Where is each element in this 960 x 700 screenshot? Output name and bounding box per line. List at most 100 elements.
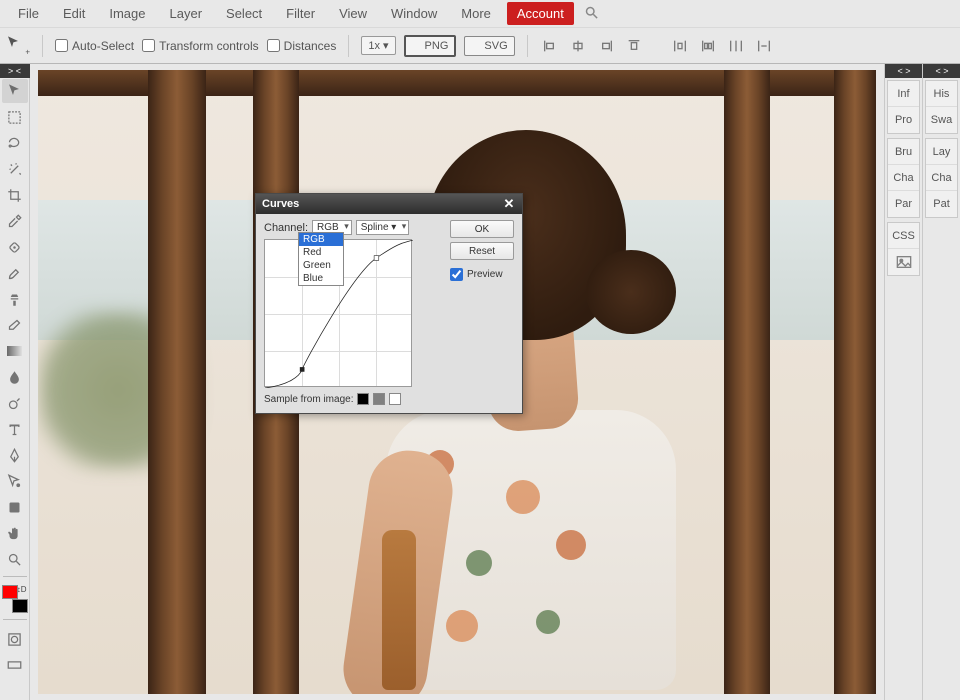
right-panels: < > Inf Pro Bru Cha Par CSS < > His Swa … (884, 64, 960, 700)
dialog-titlebar[interactable]: Curves ✕ (256, 194, 522, 214)
separator (527, 35, 528, 57)
panel-paragraph[interactable]: Par (888, 191, 919, 217)
distribute-spacing-icon[interactable] (754, 36, 774, 56)
spline-dropdown[interactable]: Spline ▾ (356, 220, 410, 235)
color-swatches[interactable]: ↕D (2, 585, 28, 613)
tool-marquee[interactable] (2, 105, 28, 129)
menu-edit[interactable]: Edit (51, 1, 97, 26)
tool-move[interactable] (2, 79, 28, 103)
zoom-dropdown[interactable]: 1x ▾ (361, 36, 395, 55)
tool-crop[interactable] (2, 183, 28, 207)
tool-path[interactable] (2, 469, 28, 493)
close-icon[interactable]: ✕ (502, 197, 516, 211)
menu-bar: File Edit Image Layer Select Filter View… (0, 0, 960, 28)
preview-checkbox[interactable]: Preview (450, 268, 514, 281)
search-icon[interactable] (584, 5, 599, 23)
channel-option-green[interactable]: Green (299, 259, 343, 272)
canvas-area[interactable]: Curves ✕ Channel: RGB Spline ▾ RGB Red G… (30, 64, 884, 700)
align-left-icon[interactable] (540, 36, 560, 56)
ok-button[interactable]: OK (450, 220, 514, 238)
menu-view[interactable]: View (327, 1, 379, 26)
distribute-left-icon[interactable] (670, 36, 690, 56)
tool-gradient[interactable] (2, 339, 28, 363)
tool-wand[interactable] (2, 157, 28, 181)
align-right-icon[interactable] (596, 36, 616, 56)
separator (3, 619, 27, 620)
sample-gray[interactable] (373, 393, 385, 405)
menu-more[interactable]: More (449, 1, 503, 26)
distances-label: Distances (284, 39, 337, 53)
menu-file[interactable]: File (6, 1, 51, 26)
transform-controls-checkbox[interactable]: Transform controls (142, 39, 259, 53)
export-png-button[interactable]: PNG (404, 35, 457, 57)
align-center-h-icon[interactable] (568, 36, 588, 56)
png-label: PNG (425, 40, 449, 52)
panel-image-icon[interactable] (888, 249, 919, 275)
sample-label: Sample from image: (264, 394, 353, 405)
tool-lasso[interactable] (2, 131, 28, 155)
sample-black[interactable] (357, 393, 369, 405)
panel-channels[interactable]: Cha (926, 165, 957, 191)
panel-layers[interactable]: Lay (926, 139, 957, 165)
panel-swatches[interactable]: Swa (926, 107, 957, 133)
dialog-title: Curves (262, 198, 299, 210)
tool-type[interactable] (2, 417, 28, 441)
move-tool-icon: + (6, 35, 30, 56)
account-button[interactable]: Account (507, 2, 574, 25)
separator (3, 576, 27, 577)
preview-label: Preview (467, 269, 503, 280)
toolbox: > < ↕D (0, 64, 30, 700)
tool-clone[interactable] (2, 287, 28, 311)
auto-select-checkbox[interactable]: Auto-Select (55, 39, 134, 53)
channel-option-blue[interactable]: Blue (299, 272, 343, 285)
distribute-right-icon[interactable] (726, 36, 746, 56)
panel-properties[interactable]: Pro (888, 107, 919, 133)
toolbox-collapse-toggle[interactable]: > < (0, 64, 30, 78)
channel-option-red[interactable]: Red (299, 246, 343, 259)
align-top-icon[interactable] (624, 36, 644, 56)
menu-layer[interactable]: Layer (158, 1, 215, 26)
tool-pen[interactable] (2, 443, 28, 467)
tool-zoom[interactable] (2, 547, 28, 571)
tool-healing[interactable] (2, 235, 28, 259)
tool-eraser[interactable] (2, 313, 28, 337)
panel-history[interactable]: His (926, 81, 957, 107)
reset-button[interactable]: Reset (450, 242, 514, 260)
menu-window[interactable]: Window (379, 1, 449, 26)
tool-blur[interactable] (2, 365, 28, 389)
menu-image[interactable]: Image (97, 1, 157, 26)
default-colors-icon[interactable]: ↕D (17, 585, 27, 594)
options-bar: + Auto-Select Transform controls Distanc… (0, 28, 960, 64)
tool-eyedropper[interactable] (2, 209, 28, 233)
panel-css[interactable]: CSS (888, 223, 919, 249)
panel-collapse-toggle-2[interactable]: < > (923, 64, 960, 78)
tool-dodge[interactable] (2, 391, 28, 415)
menu-filter[interactable]: Filter (274, 1, 327, 26)
tool-shape[interactable] (2, 495, 28, 519)
tool-screenmode[interactable] (2, 653, 28, 677)
distances-checkbox[interactable]: Distances (267, 39, 337, 53)
background-color[interactable] (12, 599, 28, 613)
sample-row: Sample from image: (264, 393, 514, 405)
separator (42, 35, 43, 57)
auto-select-label: Auto-Select (72, 39, 134, 53)
distribute-center-icon[interactable] (698, 36, 718, 56)
separator (348, 35, 349, 57)
tool-hand[interactable] (2, 521, 28, 545)
panel-brush[interactable]: Bru (888, 139, 919, 165)
channel-option-rgb[interactable]: RGB (299, 233, 343, 246)
sample-white[interactable] (389, 393, 401, 405)
tool-quickmask[interactable] (2, 627, 28, 651)
panel-paths[interactable]: Pat (926, 191, 957, 217)
curves-dialog: Curves ✕ Channel: RGB Spline ▾ RGB Red G… (255, 193, 523, 414)
right-col-2: < > His Swa Lay Cha Pat (922, 64, 960, 700)
export-svg-button[interactable]: SVG (464, 36, 514, 56)
panel-collapse-toggle[interactable]: < > (885, 64, 923, 78)
foreground-color[interactable] (2, 585, 18, 599)
panel-character[interactable]: Cha (888, 165, 919, 191)
panel-info[interactable]: Inf (888, 81, 919, 107)
svg-label: SVG (484, 40, 507, 52)
right-col-1: < > Inf Pro Bru Cha Par CSS (884, 64, 922, 700)
menu-select[interactable]: Select (214, 1, 274, 26)
tool-brush[interactable] (2, 261, 28, 285)
